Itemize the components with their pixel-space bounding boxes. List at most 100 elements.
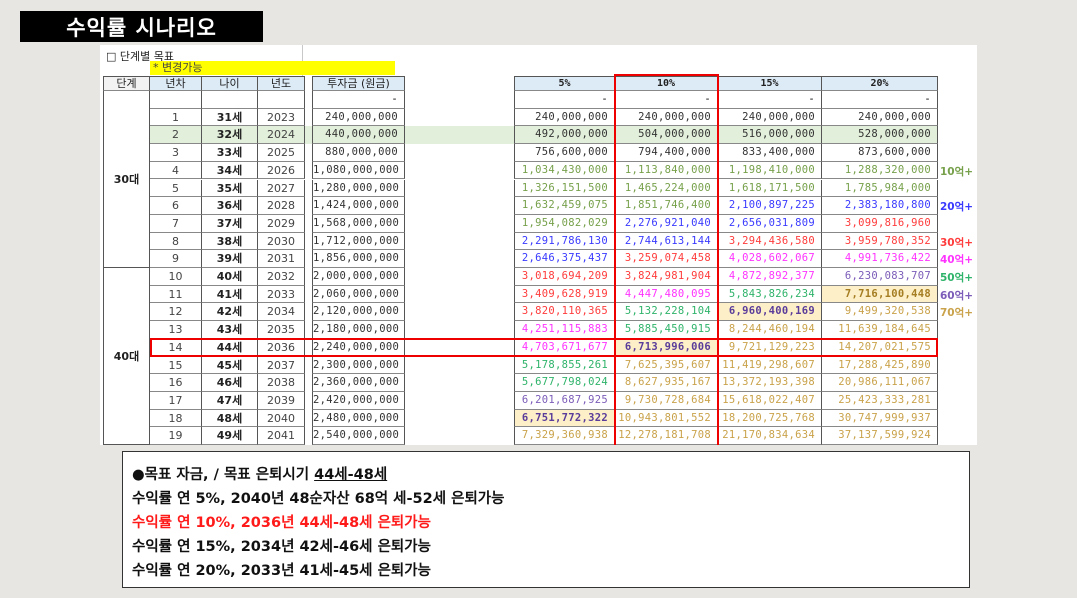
year-number-cell[interactable]: 15 bbox=[150, 356, 202, 375]
value-cell[interactable]: 11,639,184,645 bbox=[822, 321, 938, 339]
year-number-cell[interactable]: 11 bbox=[150, 285, 202, 304]
principal-cell[interactable]: 2,480,000,000 bbox=[312, 409, 405, 428]
year-number-cell[interactable]: 13 bbox=[150, 321, 202, 339]
age-cell[interactable]: 37세 bbox=[202, 214, 258, 233]
value-cell[interactable]: 9,721,129,223 bbox=[718, 338, 822, 357]
value-cell[interactable]: 2,291,786,130 bbox=[514, 232, 615, 251]
age-cell[interactable]: 31세 bbox=[202, 108, 258, 127]
value-cell[interactable]: 240,000,000 bbox=[514, 108, 615, 127]
empty-cell[interactable] bbox=[150, 91, 202, 109]
value-cell[interactable]: 4,703,671,677 bbox=[514, 338, 615, 357]
year-number-cell[interactable]: 2 bbox=[150, 126, 202, 145]
age-cell[interactable]: 38세 bbox=[202, 232, 258, 251]
header-stage[interactable]: 단계 bbox=[103, 76, 150, 91]
empty-cell[interactable] bbox=[202, 91, 258, 109]
year-number-cell[interactable]: 14 bbox=[150, 338, 202, 357]
year-cell[interactable]: 2041 bbox=[258, 427, 305, 445]
year-cell[interactable]: 2023 bbox=[258, 108, 305, 127]
value-cell[interactable]: 2,100,897,225 bbox=[718, 197, 822, 215]
stage-40s[interactable]: 40대 bbox=[103, 268, 150, 445]
value-cell[interactable]: 504,000,000 bbox=[615, 126, 718, 145]
value-cell[interactable]: 240,000,000 bbox=[718, 108, 822, 127]
age-cell[interactable]: 45세 bbox=[202, 356, 258, 375]
value-cell[interactable]: - bbox=[718, 91, 822, 109]
value-cell[interactable]: 1,954,082,029 bbox=[514, 214, 615, 233]
principal-cell[interactable]: 1,080,000,000 bbox=[312, 161, 405, 180]
value-cell[interactable]: 5,677,798,024 bbox=[514, 374, 615, 392]
value-cell[interactable]: 4,447,480,095 bbox=[615, 285, 718, 304]
value-cell[interactable]: 7,716,100,448 bbox=[822, 285, 938, 304]
principal-cell[interactable]: 440,000,000 bbox=[312, 126, 405, 145]
value-cell[interactable]: 1,618,171,500 bbox=[718, 179, 822, 198]
value-cell[interactable]: 30,747,999,937 bbox=[822, 409, 938, 428]
value-cell[interactable]: 6,713,996,006 bbox=[615, 338, 718, 357]
value-cell[interactable]: - bbox=[615, 91, 718, 109]
header-rate-3[interactable]: 20% bbox=[822, 76, 938, 91]
value-cell[interactable]: 37,137,599,924 bbox=[822, 427, 938, 445]
value-cell[interactable]: 1,198,410,000 bbox=[718, 161, 822, 180]
value-cell[interactable]: 2,656,031,809 bbox=[718, 214, 822, 233]
value-cell[interactable]: 1,785,984,000 bbox=[822, 179, 938, 198]
value-cell[interactable]: 5,178,855,261 bbox=[514, 356, 615, 375]
year-number-cell[interactable]: 1 bbox=[150, 108, 202, 127]
year-cell[interactable]: 2029 bbox=[258, 214, 305, 233]
value-cell[interactable]: 6,751,772,322 bbox=[514, 409, 615, 428]
year-cell[interactable]: 2034 bbox=[258, 303, 305, 322]
age-cell[interactable]: 49세 bbox=[202, 427, 258, 445]
value-cell[interactable]: 4,028,602,067 bbox=[718, 250, 822, 268]
value-cell[interactable]: 1,465,224,000 bbox=[615, 179, 718, 198]
year-cell[interactable]: 2031 bbox=[258, 250, 305, 268]
header-principal[interactable]: 투자금 (원금) bbox=[312, 76, 405, 91]
age-cell[interactable]: 33세 bbox=[202, 144, 258, 162]
year-cell[interactable]: 2032 bbox=[258, 268, 305, 286]
value-cell[interactable]: 17,288,425,890 bbox=[822, 356, 938, 375]
age-cell[interactable]: 34세 bbox=[202, 161, 258, 180]
age-cell[interactable]: 39세 bbox=[202, 250, 258, 268]
year-number-cell[interactable]: 3 bbox=[150, 144, 202, 162]
year-number-cell[interactable]: 18 bbox=[150, 409, 202, 428]
principal-cell[interactable]: 1,280,000,000 bbox=[312, 179, 405, 198]
year-number-cell[interactable]: 8 bbox=[150, 232, 202, 251]
principal-cell[interactable]: 2,000,000,000 bbox=[312, 268, 405, 286]
principal-cell[interactable]: 2,240,000,000 bbox=[312, 338, 405, 357]
value-cell[interactable]: 2,383,180,800 bbox=[822, 197, 938, 215]
value-cell[interactable]: 756,600,000 bbox=[514, 144, 615, 162]
principal-cell[interactable]: - bbox=[312, 91, 405, 109]
value-cell[interactable]: 13,372,193,398 bbox=[718, 374, 822, 392]
year-cell[interactable]: 2037 bbox=[258, 356, 305, 375]
value-cell[interactable]: 5,885,450,915 bbox=[615, 321, 718, 339]
value-cell[interactable]: 2,276,921,040 bbox=[615, 214, 718, 233]
value-cell[interactable]: - bbox=[822, 91, 938, 109]
value-cell[interactable]: 873,600,000 bbox=[822, 144, 938, 162]
value-cell[interactable]: 7,625,395,607 bbox=[615, 356, 718, 375]
principal-cell[interactable]: 2,180,000,000 bbox=[312, 321, 405, 339]
year-number-cell[interactable]: 10 bbox=[150, 268, 202, 286]
year-cell[interactable]: 2035 bbox=[258, 321, 305, 339]
value-cell[interactable]: 11,419,298,607 bbox=[718, 356, 822, 375]
year-number-cell[interactable]: 5 bbox=[150, 179, 202, 198]
value-cell[interactable]: 18,200,725,768 bbox=[718, 409, 822, 428]
empty-cell[interactable] bbox=[258, 91, 305, 109]
age-cell[interactable]: 36세 bbox=[202, 197, 258, 215]
principal-cell[interactable]: 240,000,000 bbox=[312, 108, 405, 127]
stage-30s[interactable]: 30대 bbox=[103, 91, 150, 268]
year-number-cell[interactable]: 16 bbox=[150, 374, 202, 392]
value-cell[interactable]: 1,851,746,400 bbox=[615, 197, 718, 215]
value-cell[interactable]: 3,018,694,209 bbox=[514, 268, 615, 286]
value-cell[interactable]: 6,201,687,925 bbox=[514, 391, 615, 410]
year-cell[interactable]: 2030 bbox=[258, 232, 305, 251]
principal-cell[interactable]: 1,856,000,000 bbox=[312, 250, 405, 268]
age-cell[interactable]: 42세 bbox=[202, 303, 258, 322]
value-cell[interactable]: 1,326,151,500 bbox=[514, 179, 615, 198]
year-cell[interactable]: 2024 bbox=[258, 126, 305, 145]
age-cell[interactable]: 47세 bbox=[202, 391, 258, 410]
principal-cell[interactable]: 2,120,000,000 bbox=[312, 303, 405, 322]
principal-cell[interactable]: 1,712,000,000 bbox=[312, 232, 405, 251]
age-cell[interactable]: 44세 bbox=[202, 338, 258, 357]
header-year_no[interactable]: 년차 bbox=[150, 76, 202, 91]
value-cell[interactable]: 528,000,000 bbox=[822, 126, 938, 145]
year-number-cell[interactable]: 9 bbox=[150, 250, 202, 268]
value-cell[interactable]: 12,278,181,708 bbox=[615, 427, 718, 445]
year-number-cell[interactable]: 17 bbox=[150, 391, 202, 410]
value-cell[interactable]: 6,230,083,707 bbox=[822, 268, 938, 286]
